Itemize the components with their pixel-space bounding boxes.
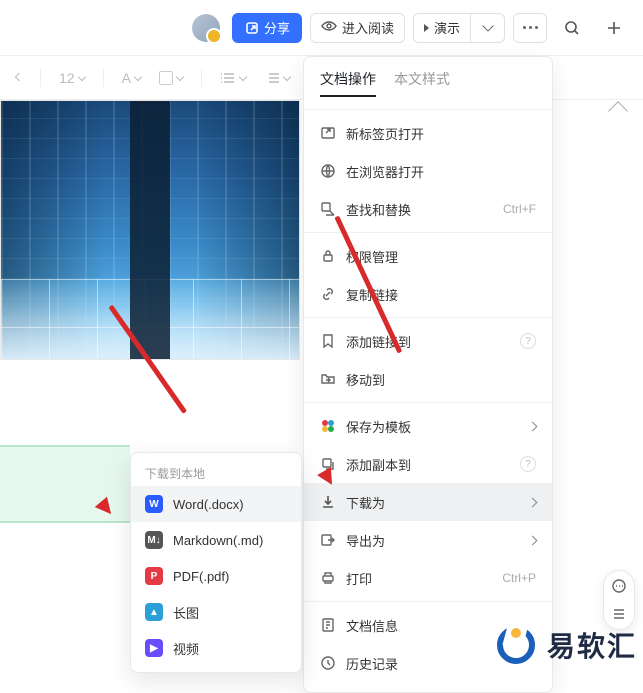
menu-export-as[interactable]: 导出为	[304, 521, 552, 559]
copy-icon	[320, 456, 336, 472]
menu-add-link-to[interactable]: 添加链接到 ?	[304, 322, 552, 360]
chevron-right-icon	[528, 535, 538, 545]
link-icon	[320, 286, 336, 302]
submenu-video[interactable]: ▶ 视频	[131, 630, 301, 666]
menu-open-browser[interactable]: 在浏览器打开	[304, 152, 552, 190]
pdf-icon: P	[145, 567, 163, 585]
folder-move-icon	[320, 371, 336, 387]
bookmark-icon	[320, 333, 336, 349]
tab-doc-actions[interactable]: 文档操作	[320, 69, 376, 97]
document-actions-menu: 文档操作 本文样式 新标签页打开 在浏览器打开 查找和替换 Ctrl+F 权限管…	[303, 56, 553, 693]
present-label: 演示	[434, 18, 460, 37]
video-icon: ▶	[145, 639, 163, 657]
submenu-pdf[interactable]: P PDF(.pdf)	[131, 558, 301, 594]
share-label: 分享	[264, 18, 290, 37]
tb-highlight[interactable]	[159, 71, 183, 85]
more-button[interactable]	[513, 13, 547, 43]
download-submenu: 下载到本地 W Word(.docx) M↓ Markdown(.md) P P…	[130, 452, 302, 673]
collapse-icon[interactable]	[608, 101, 628, 121]
history-icon	[320, 655, 336, 671]
markdown-icon: M↓	[145, 531, 163, 549]
tab-styles[interactable]: 本文样式	[394, 69, 450, 97]
tb-text-color[interactable]: A	[122, 70, 141, 86]
chevron-down-icon	[482, 20, 493, 31]
menu-add-copy-to[interactable]: 添加副本到 ?	[304, 445, 552, 483]
watermark-logo	[493, 622, 539, 668]
submenu-title: 下载到本地	[131, 459, 301, 486]
chevron-right-icon	[528, 497, 538, 507]
dots-icon	[523, 26, 538, 29]
search-icon	[564, 20, 580, 36]
present-dropdown[interactable]	[471, 13, 505, 43]
menu-download-as[interactable]: 下载为	[304, 483, 552, 521]
image-icon: ▲	[145, 603, 163, 621]
submenu-word[interactable]: W Word(.docx)	[131, 486, 301, 522]
reading-label: 进入阅读	[342, 18, 394, 37]
info-icon	[320, 617, 336, 633]
reading-mode-button[interactable]: 进入阅读	[310, 13, 405, 43]
tb-list[interactable]	[220, 70, 246, 86]
lock-icon	[320, 248, 336, 264]
watermark-text: 易软汇	[547, 625, 637, 665]
print-icon	[320, 570, 336, 586]
globe-icon	[320, 163, 336, 179]
template-icon	[320, 418, 336, 434]
play-icon	[424, 24, 429, 32]
highlight-block	[0, 445, 130, 523]
toc-icon[interactable]	[610, 605, 628, 623]
present-button[interactable]: 演示	[413, 13, 471, 43]
menu-copy-link[interactable]: 复制链接	[304, 275, 552, 313]
menu-save-template[interactable]: 保存为模板	[304, 407, 552, 445]
submenu-image[interactable]: ▲ 长图	[131, 594, 301, 630]
download-icon	[320, 494, 336, 510]
watermark: 易软汇	[493, 622, 637, 668]
add-button[interactable]	[597, 13, 631, 43]
help-icon: ?	[520, 456, 536, 472]
tb-font-size[interactable]: 12	[59, 70, 85, 86]
comment-icon[interactable]	[610, 577, 628, 595]
document-image[interactable]	[0, 100, 300, 360]
word-icon: W	[145, 495, 163, 513]
help-icon: ?	[520, 333, 536, 349]
menu-find-replace[interactable]: 查找和替换 Ctrl+F	[304, 190, 552, 228]
side-actions	[603, 570, 635, 630]
menu-new-tab[interactable]: 新标签页打开	[304, 114, 552, 152]
eye-icon	[321, 18, 337, 37]
menu-print[interactable]: 打印 Ctrl+P	[304, 559, 552, 597]
avatar[interactable]	[192, 14, 220, 42]
find-icon	[320, 201, 336, 217]
external-icon	[320, 125, 336, 141]
share-button[interactable]: 分享	[232, 13, 302, 43]
submenu-markdown[interactable]: M↓ Markdown(.md)	[131, 522, 301, 558]
tb-numbered-list[interactable]	[264, 70, 290, 86]
top-bar: 分享 进入阅读 演示	[0, 0, 643, 56]
menu-permissions[interactable]: 权限管理	[304, 237, 552, 275]
export-icon	[320, 532, 336, 548]
menu-move-to[interactable]: 移动到	[304, 360, 552, 398]
chevron-right-icon	[528, 421, 538, 431]
search-button[interactable]	[555, 13, 589, 43]
share-icon	[244, 20, 260, 36]
tb-undo[interactable]	[16, 76, 22, 80]
plus-icon	[606, 20, 622, 36]
